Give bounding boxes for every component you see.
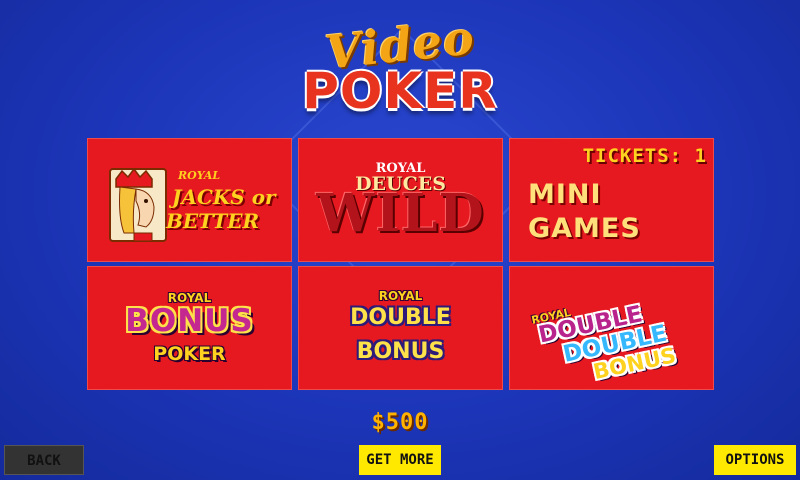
game-tile-double-double-bonus[interactable]: ROYAL DOUBLE DOUBLE BONUS xyxy=(509,266,714,390)
mini-games-line2: GAMES xyxy=(528,213,641,244)
double-double-bonus-logo: ROYAL DOUBLE DOUBLE BONUS xyxy=(522,268,708,389)
jack-card-icon xyxy=(109,167,167,242)
game-tile-jacks-or-better[interactable]: ROYAL JACKS or BETTER xyxy=(87,138,292,262)
options-button[interactable]: OPTIONS xyxy=(714,445,796,475)
mini-games-line1: MINI xyxy=(528,179,602,210)
jacks-royal-label: ROYAL xyxy=(178,169,221,182)
video-poker-logo: Video POKER xyxy=(290,10,510,120)
game-tile-mini-games[interactable]: TICKETS: 1 MINI GAMES xyxy=(509,138,714,262)
game-tile-double-bonus[interactable]: ROYAL DOUBLE BONUS xyxy=(298,266,503,390)
game-tile-deuces-wild[interactable]: ROYAL DEUCES WILD xyxy=(298,138,503,262)
jacks-title-line2: BETTER xyxy=(166,209,260,233)
game-tile-bonus-poker[interactable]: ROYAL BONUS POKER xyxy=(87,266,292,390)
wild-title: WILD xyxy=(316,183,485,244)
double-bonus-line2: BONUS xyxy=(356,339,445,364)
jacks-title-line1: JACKS or xyxy=(172,185,276,209)
double-bonus-royal-label: ROYAL xyxy=(378,289,423,303)
back-button[interactable]: BACK xyxy=(4,445,84,475)
bonus-poker-subtitle: POKER xyxy=(153,343,226,365)
balance-display: $500 xyxy=(371,410,429,435)
logo-poker-text: POKER xyxy=(302,62,498,120)
tickets-counter: TICKETS: 1 xyxy=(582,145,707,167)
bonus-title: BONUS xyxy=(125,303,254,339)
get-more-button[interactable]: GET MORE xyxy=(359,445,441,475)
double-bonus-line1: DOUBLE xyxy=(350,305,451,330)
